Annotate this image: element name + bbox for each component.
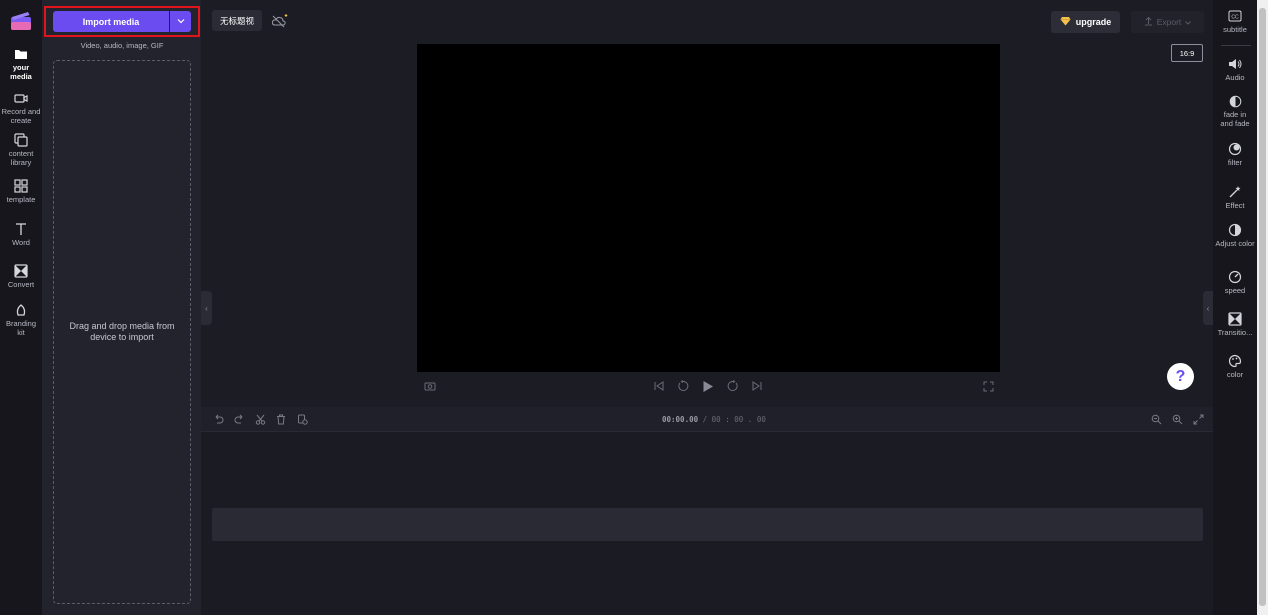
brand-icon xyxy=(13,302,29,318)
import-subtitle: Video, audio, image, GIF xyxy=(80,41,164,50)
split-scissors-icon[interactable] xyxy=(254,413,266,425)
nav-label: your media xyxy=(10,63,32,81)
chevron-left-icon: ‹ xyxy=(1206,303,1210,313)
export-button[interactable]: Export xyxy=(1131,11,1204,33)
redo-icon[interactable] xyxy=(233,413,245,425)
nav-item-your-media[interactable]: your media xyxy=(0,46,42,81)
chevron-left-icon: ‹ xyxy=(205,303,208,313)
rail-item-fade[interactable]: fade in and fade xyxy=(1213,94,1257,128)
rail-label: fade in and fade xyxy=(1220,110,1250,128)
rail-item-adjust-color[interactable]: Adjust color xyxy=(1213,223,1257,249)
rail-item-color[interactable]: color xyxy=(1213,354,1257,380)
nav-label: Convert xyxy=(7,280,35,289)
nav-item-word[interactable]: Word xyxy=(0,221,42,248)
rail-label: Audio xyxy=(1225,73,1245,82)
rail-item-speed[interactable]: speed xyxy=(1213,270,1257,296)
folder-icon xyxy=(13,46,29,62)
screenshot-icon[interactable] xyxy=(423,379,437,393)
clipchamp-logo-icon[interactable] xyxy=(10,10,32,32)
skip-to-start-icon[interactable] xyxy=(652,379,666,393)
upload-icon xyxy=(1144,16,1153,28)
undo-icon[interactable] xyxy=(212,413,224,425)
delete-icon[interactable] xyxy=(275,413,287,425)
import-dropdown-button[interactable] xyxy=(170,11,191,32)
rail-item-subtitle[interactable]: CC subtitle xyxy=(1213,9,1257,35)
play-icon[interactable] xyxy=(701,379,715,393)
transition-icon xyxy=(1228,312,1242,326)
nav-label: template xyxy=(6,195,36,204)
export-label: Export xyxy=(1156,17,1182,27)
nav-item-convert[interactable]: Convert xyxy=(0,263,42,290)
collapse-right-panel-button[interactable]: ‹ xyxy=(1203,291,1213,325)
scrollbar-thumb[interactable] xyxy=(1259,8,1266,606)
magic-wand-icon xyxy=(1228,185,1242,199)
nav-label: Record and create xyxy=(1,107,41,125)
upgrade-button[interactable]: upgrade xyxy=(1051,11,1120,33)
rail-item-audio[interactable]: Audio xyxy=(1213,57,1257,83)
nav-item-content-library[interactable]: content library xyxy=(0,132,42,167)
filter-icon xyxy=(1228,142,1242,156)
rail-label: speed xyxy=(1224,286,1246,295)
current-time: 00:00.00 xyxy=(662,415,699,424)
nav-label: Word xyxy=(12,238,30,247)
aspect-ratio-button[interactable]: 16:9 xyxy=(1171,44,1203,62)
rail-item-transition[interactable]: Transitio... xyxy=(1213,312,1257,338)
help-button[interactable]: ? xyxy=(1167,363,1194,390)
nav-item-record-and-create[interactable]: Record and create xyxy=(0,90,42,125)
text-icon xyxy=(13,221,29,237)
right-properties-rail: CC subtitle Audio fade in and fade filte… xyxy=(1213,0,1257,615)
rail-label: Adjust color xyxy=(1215,239,1255,248)
drop-zone-text: Drag and drop media from device to impor… xyxy=(69,321,175,342)
transition-icon xyxy=(13,263,29,279)
fullscreen-icon[interactable] xyxy=(981,379,995,393)
timeline-track[interactable] xyxy=(212,508,1203,541)
left-nav-rail: your media Record and create content lib… xyxy=(0,0,42,615)
nav-label: Branding kit xyxy=(5,319,37,337)
total-time: / 00 : 00 . 00 xyxy=(698,415,766,424)
duplicate-icon[interactable] xyxy=(296,413,308,425)
speedometer-icon xyxy=(1228,270,1242,284)
project-name-field[interactable]: 无标题视 xyxy=(212,10,262,31)
media-drop-zone[interactable]: Drag and drop media from device to impor… xyxy=(53,60,191,604)
rail-divider xyxy=(1221,45,1251,46)
rail-label: Effect xyxy=(1225,201,1245,210)
nav-item-branding-kit[interactable]: Branding kit xyxy=(0,302,42,337)
chevron-down-icon xyxy=(177,17,185,26)
rail-item-effect[interactable]: Effect xyxy=(1213,185,1257,211)
video-preview-canvas[interactable] xyxy=(417,44,1000,372)
camera-icon xyxy=(13,90,29,106)
zoom-out-icon[interactable] xyxy=(1150,413,1162,425)
skip-to-end-icon[interactable] xyxy=(750,379,764,393)
nav-label: content library xyxy=(8,149,34,167)
cloud-sync-off-icon[interactable] xyxy=(271,13,288,28)
rail-label: Transitio... xyxy=(1217,328,1253,337)
palette-icon xyxy=(1228,354,1242,368)
collapse-left-panel-button[interactable]: ‹ xyxy=(201,291,212,325)
svg-text:CC: CC xyxy=(1231,14,1239,20)
rewind-5s-icon[interactable] xyxy=(676,379,690,393)
nav-item-template[interactable]: template xyxy=(0,178,42,205)
cc-icon: CC xyxy=(1228,9,1242,23)
fade-icon xyxy=(1228,94,1242,108)
timecode-display: 00:00.00 / 00 : 00 . 00 xyxy=(662,415,766,424)
player-controls xyxy=(417,379,1000,397)
rail-label: filter xyxy=(1227,158,1243,167)
rail-label: color xyxy=(1226,370,1244,379)
library-icon xyxy=(13,132,29,148)
template-icon xyxy=(13,178,29,194)
import-media-button[interactable]: Import media xyxy=(53,11,169,32)
chevron-down-icon xyxy=(1185,17,1192,27)
rail-label: subtitle xyxy=(1223,25,1247,34)
contrast-icon xyxy=(1228,223,1242,237)
upgrade-label: upgrade xyxy=(1075,17,1112,27)
zoom-in-icon[interactable] xyxy=(1171,413,1183,425)
diamond-icon xyxy=(1060,16,1071,28)
rail-item-filter[interactable]: filter xyxy=(1213,142,1257,168)
forward-5s-icon[interactable] xyxy=(726,379,740,393)
fit-timeline-icon[interactable] xyxy=(1192,413,1204,425)
speaker-icon xyxy=(1228,57,1242,71)
